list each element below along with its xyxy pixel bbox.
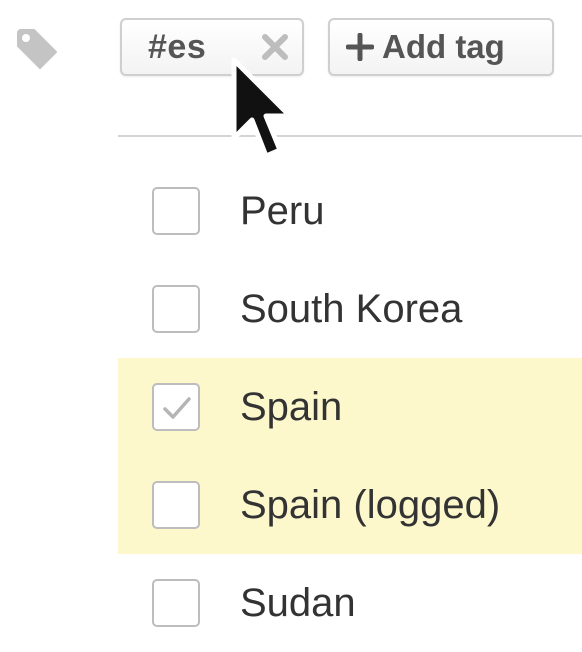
list-item[interactable]: Sudan bbox=[118, 554, 582, 652]
tag-row: #es Add tag bbox=[0, 0, 582, 100]
country-label: Spain bbox=[240, 384, 343, 429]
plus-icon bbox=[346, 33, 374, 61]
add-tag-label: Add tag bbox=[382, 28, 505, 65]
country-label: Peru bbox=[240, 188, 325, 233]
country-checkbox[interactable] bbox=[152, 481, 200, 529]
country-label: Sudan bbox=[240, 580, 356, 625]
check-icon bbox=[163, 397, 191, 419]
divider bbox=[118, 135, 582, 137]
country-checkbox[interactable] bbox=[152, 285, 200, 333]
tag-icon bbox=[17, 29, 57, 69]
country-label: South Korea bbox=[240, 286, 463, 331]
country-list: Peru South Korea Spain Spain (logged) Su… bbox=[118, 162, 582, 652]
country-checkbox[interactable] bbox=[152, 383, 200, 431]
list-item[interactable]: Spain (logged) bbox=[118, 456, 582, 554]
country-label: Spain (logged) bbox=[240, 482, 501, 527]
list-item[interactable]: Peru bbox=[118, 162, 582, 260]
close-icon[interactable] bbox=[260, 32, 290, 62]
list-item[interactable]: Spain bbox=[118, 358, 582, 456]
list-item[interactable]: South Korea bbox=[118, 260, 582, 358]
country-checkbox[interactable] bbox=[152, 187, 200, 235]
tag-chip-label: #es bbox=[148, 27, 207, 66]
add-tag-button[interactable]: Add tag bbox=[328, 18, 554, 76]
country-checkbox[interactable] bbox=[152, 579, 200, 627]
tag-chip[interactable]: #es bbox=[120, 18, 304, 76]
